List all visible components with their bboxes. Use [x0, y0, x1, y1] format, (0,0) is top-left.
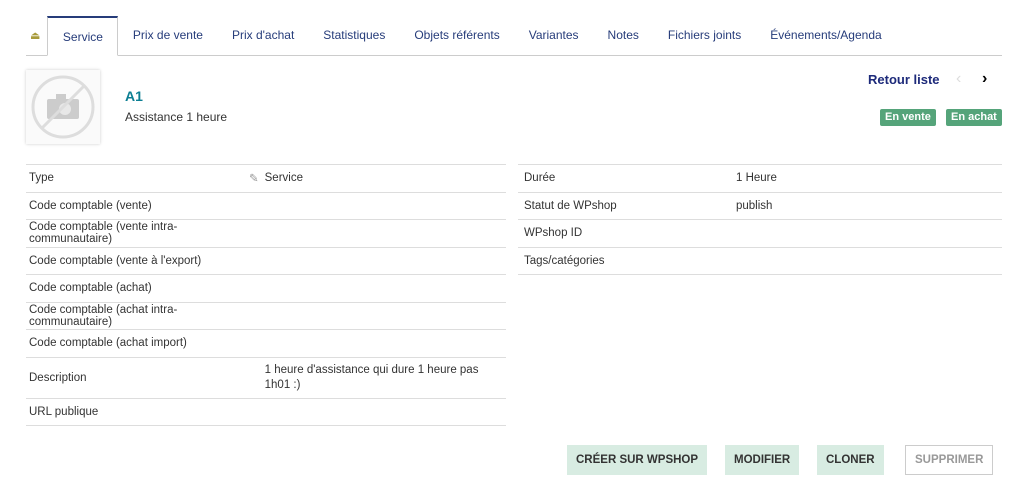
field-label: Durée: [518, 164, 733, 193]
tab-bar: ⏏ Service Prix de vente Prix d'achat Sta…: [26, 16, 1002, 56]
field-value: [261, 191, 506, 220]
table-row: Durée 1 Heure: [518, 164, 1002, 193]
field-value: Service: [261, 164, 506, 193]
table-row: Code comptable (vente intra-communautair…: [26, 219, 506, 248]
field-value: [261, 397, 506, 426]
field-value: [261, 219, 506, 248]
field-value: publish: [733, 191, 1002, 220]
field-label: Code comptable (achat intra-communautair…: [26, 301, 246, 330]
table-row: URL publique: [26, 397, 506, 426]
field-label: Code comptable (vente à l'export): [26, 246, 246, 275]
product-photo: [26, 70, 100, 144]
table-row: Tags/catégories: [518, 246, 1002, 275]
table-row: Code comptable (achat intra-communautair…: [26, 301, 506, 330]
tab-variantes[interactable]: Variantes: [514, 16, 593, 55]
field-label: Tags/catégories: [518, 246, 733, 275]
table-row: Code comptable (achat import): [26, 329, 506, 358]
right-fields-table: Durée 1 Heure Statut de WPshop publish WPs…: [518, 164, 1002, 275]
pencil-icon[interactable]: ✎: [246, 164, 262, 193]
tab-statistiques[interactable]: Statistiques: [309, 16, 400, 55]
table-row: Code comptable (vente): [26, 191, 506, 220]
tab-evenements[interactable]: Événements/Agenda: [756, 16, 896, 55]
table-row: Description 1 heure d'assistance qui dure…: [26, 356, 506, 399]
tab-notes[interactable]: Notes: [593, 16, 653, 55]
tab-prix-achat[interactable]: Prix d'achat: [217, 16, 308, 55]
field-label: Code comptable (vente): [26, 191, 246, 220]
previous-icon[interactable]: ‹: [956, 70, 961, 88]
field-label: Statut de WPshop: [518, 191, 733, 220]
field-value: [261, 301, 506, 330]
field-label: Code comptable (achat): [26, 274, 246, 303]
tab-objets-referents[interactable]: Objets référents: [400, 16, 514, 55]
next-icon[interactable]: ›: [982, 70, 987, 88]
field-label: URL publique: [26, 397, 246, 426]
field-value: 1 heure d'assistance qui dure 1 heure pa…: [261, 356, 506, 399]
delete-button[interactable]: SUPPRIMER: [905, 445, 994, 475]
table-row: WPshop ID: [518, 219, 1002, 248]
tab-service[interactable]: Service: [47, 16, 119, 56]
table-row: Code comptable (vente à l'export): [26, 246, 506, 275]
field-label: Type: [26, 164, 246, 193]
field-value: [733, 219, 1002, 248]
tab-fichiers-joints[interactable]: Fichiers joints: [653, 16, 755, 55]
status-badge-buy: En achat: [946, 109, 1002, 126]
eject-icon: ⏏: [30, 30, 41, 42]
field-label: Code comptable (vente intra-communautair…: [26, 219, 246, 248]
tab-collapse[interactable]: ⏏: [26, 16, 47, 55]
field-label: Code comptable (achat import): [26, 329, 246, 358]
tab-prix-vente[interactable]: Prix de vente: [118, 16, 217, 55]
field-value: [261, 274, 506, 303]
product-label: Assistance 1 heure: [125, 110, 228, 124]
field-label: WPshop ID: [518, 219, 733, 248]
field-value: 1 Heure: [733, 164, 1002, 193]
table-row: Statut de WPshop publish: [518, 191, 1002, 220]
left-fields-table: Type ✎ Service Code comptable (vente) Code…: [26, 164, 506, 426]
no-photo-icon: [31, 75, 95, 139]
field-value: [733, 246, 1002, 275]
table-row: Type ✎ Service: [26, 164, 506, 193]
field-value: [261, 329, 506, 358]
modify-button[interactable]: MODIFIER: [725, 445, 800, 475]
create-on-wpshop-button[interactable]: CRÉER SUR WPSHOP: [567, 445, 708, 475]
product-ref: A1: [125, 88, 143, 104]
field-label: Description: [26, 356, 246, 399]
table-row: Code comptable (achat): [26, 274, 506, 303]
clone-button[interactable]: CLONER: [817, 445, 884, 475]
back-to-list-link[interactable]: Retour liste: [868, 72, 940, 87]
status-badge-sell: En vente: [880, 109, 936, 126]
field-value: [261, 246, 506, 275]
